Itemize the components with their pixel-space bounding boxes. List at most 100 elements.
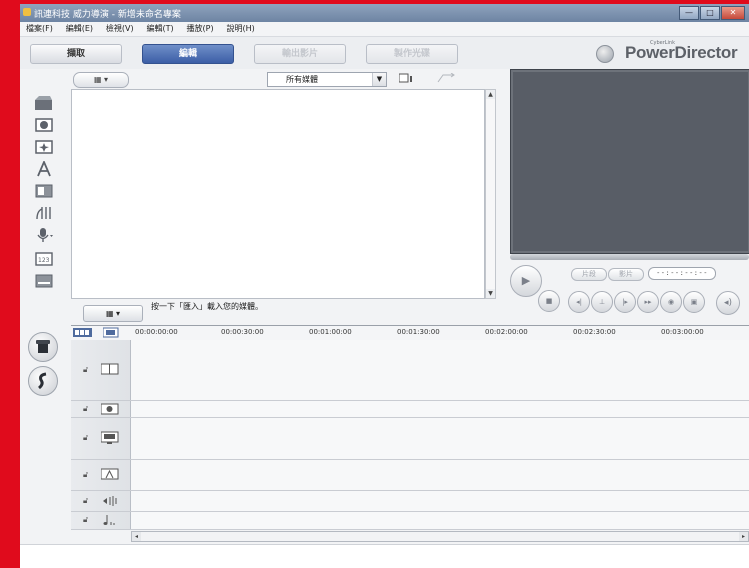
volume-icon[interactable]: ◂) — [716, 291, 740, 315]
chapter-room-icon[interactable]: 123 — [33, 251, 55, 267]
music-track-icon — [101, 514, 119, 529]
voice-track[interactable]: 🔓︎ — [71, 491, 749, 512]
app-icon — [23, 8, 31, 16]
track-content[interactable] — [131, 491, 749, 511]
ruler-label: 00:03:00:00 — [661, 328, 704, 336]
library-sort-icon[interactable] — [398, 73, 415, 86]
effect-track-icon — [100, 403, 119, 418]
minimize-button[interactable]: — — [679, 6, 699, 20]
ruler-label: 00:00:30:00 — [221, 328, 264, 336]
play-button[interactable]: ▶ — [510, 265, 542, 297]
media-filter-value: 所有媒體 — [286, 75, 318, 84]
snapshot-icon[interactable]: ◉ — [660, 291, 682, 313]
menu-view[interactable]: 檢視(V) — [106, 22, 134, 36]
close-button[interactable]: ✕ — [721, 6, 745, 20]
voice-track-icon — [101, 495, 119, 510]
brand-logo: PowerDirector — [625, 43, 738, 62]
lock-icon[interactable]: 🔓︎ — [83, 433, 88, 443]
video-track[interactable]: 🔓︎ — [71, 340, 749, 401]
split-clip-icon[interactable]: ⊥ — [591, 291, 613, 313]
track-header: 🔓︎ — [71, 340, 131, 400]
track-content[interactable] — [131, 401, 749, 417]
scroll-up-icon[interactable]: ▲ — [486, 90, 495, 99]
ruler-label: 00:02:00:00 — [485, 328, 528, 336]
timeline-view-icon[interactable] — [102, 327, 119, 341]
track-content[interactable] — [131, 460, 749, 490]
movie-mode-toggle[interactable]: 影片 — [608, 268, 644, 281]
pip-track[interactable]: 🔓︎ — [71, 418, 749, 460]
menu-tools[interactable]: 編輯(T) — [146, 22, 173, 36]
maximize-button[interactable]: □ — [700, 6, 720, 20]
media-filter-select[interactable]: 所有媒體 ▼ — [267, 72, 387, 87]
menu-bar: 檔案(F) 編輯(E) 檢視(V) 編輯(T) 播放(P) 說明(H) — [20, 22, 749, 37]
effect-room-icon[interactable] — [33, 117, 55, 133]
preview-slider[interactable] — [510, 254, 749, 260]
menu-help[interactable]: 說明(H) — [226, 22, 254, 36]
track-header: 🔓︎ — [71, 460, 131, 490]
menu-playback[interactable]: 播放(P) — [187, 22, 214, 36]
voice-over-icon[interactable] — [33, 227, 55, 243]
timecode-display: --:--:--:-- — [648, 267, 716, 280]
capture-mode-button[interactable]: 擷取 — [30, 44, 122, 64]
next-frame-icon[interactable]: |▸ — [614, 291, 636, 313]
title-track-icon — [100, 468, 119, 483]
scroll-right-icon[interactable]: ▸ — [739, 532, 748, 541]
media-room-icon[interactable] — [33, 95, 55, 111]
lock-icon[interactable]: 🔓︎ — [83, 496, 88, 506]
library-expand-icon[interactable] — [437, 72, 455, 86]
title-room-icon[interactable] — [33, 161, 55, 177]
disc-mode-button[interactable]: 製作光碟 — [366, 44, 458, 64]
import-button[interactable]: ▦ ▾ — [83, 305, 143, 322]
window-controls: — □ ✕ — [679, 6, 745, 20]
fast-forward-icon[interactable]: ▸▸ — [637, 291, 659, 313]
pip-room-icon[interactable] — [33, 139, 55, 155]
track-header: 🔓︎ — [71, 418, 131, 459]
music-track[interactable]: 🔓︎ — [71, 512, 749, 530]
lock-icon[interactable]: 🔓︎ — [83, 470, 88, 480]
library-scrollbar[interactable]: ▲ ▼ — [485, 89, 496, 299]
preview-window[interactable] — [510, 69, 749, 254]
track-content[interactable] — [131, 340, 749, 400]
media-library-area[interactable] — [71, 89, 485, 299]
transition-room-icon[interactable] — [33, 183, 55, 199]
previous-frame-icon[interactable]: ◂| — [568, 291, 590, 313]
svg-text:123: 123 — [38, 257, 50, 264]
red-border-left — [0, 0, 20, 568]
edit-mode-button[interactable]: 編輯 — [142, 44, 234, 64]
lock-icon[interactable]: 🔓︎ — [83, 365, 88, 375]
video-track-icon — [100, 363, 119, 378]
ruler-label: 00:02:30:00 — [573, 328, 616, 336]
menu-file[interactable]: 檔案(F) — [26, 22, 53, 36]
library-view-button[interactable]: ▦ ▾ — [73, 72, 129, 88]
lock-icon[interactable]: 🔓︎ — [83, 404, 88, 414]
clip-mode-toggle[interactable]: 片段 — [571, 268, 607, 281]
timeline-scrollbar[interactable]: ◂ ▸ — [131, 531, 749, 542]
scroll-left-icon[interactable]: ◂ — [132, 532, 141, 541]
menu-edit[interactable]: 編輯(E) — [66, 22, 93, 36]
fullscreen-icon[interactable]: ▣ — [683, 291, 705, 313]
smart-fit-icon[interactable] — [28, 366, 58, 396]
stop-button[interactable]: ■ — [538, 290, 560, 312]
produce-mode-button[interactable]: 輸出影片 — [254, 44, 346, 64]
media-library-panel: ▦ ▾ 所有媒體 ▼ ▲ ▼ ▦ ▾ 按一下「匯入」載入您的媒體。 — [71, 69, 496, 324]
title-track[interactable]: 🔓︎ — [71, 460, 749, 491]
help-icon[interactable] — [596, 45, 614, 63]
ruler-label: 00:00:00:00 — [135, 328, 178, 336]
lock-icon[interactable]: 🔓︎ — [83, 515, 88, 525]
mode-bar: 擷取 編輯 輸出影片 製作光碟 CyberLink PowerDirector — [20, 37, 749, 69]
audio-mixing-icon[interactable] — [33, 205, 55, 221]
scroll-down-icon[interactable]: ▼ — [486, 289, 495, 298]
chevron-down-icon[interactable]: ▼ — [372, 73, 386, 86]
track-header: 🔓︎ — [71, 491, 131, 511]
timeline-side-panel — [20, 325, 70, 568]
title-bar: 訊連科技 威力導演 - 新增未命名專案 — □ ✕ — [20, 4, 749, 22]
track-content[interactable] — [131, 512, 749, 529]
timeline-ruler[interactable]: 00:00:00:00 00:00:30:00 00:01:00:00 00:0… — [71, 325, 749, 341]
effect-track[interactable]: 🔓︎ — [71, 401, 749, 418]
magic-tools-icon[interactable] — [28, 332, 58, 362]
window-title: 訊連科技 威力導演 - 新增未命名專案 — [34, 10, 181, 20]
track-header: 🔓︎ — [71, 512, 131, 529]
track-content[interactable] — [131, 418, 749, 459]
subtitle-room-icon[interactable] — [33, 273, 55, 289]
storyboard-view-icon[interactable] — [73, 327, 93, 341]
